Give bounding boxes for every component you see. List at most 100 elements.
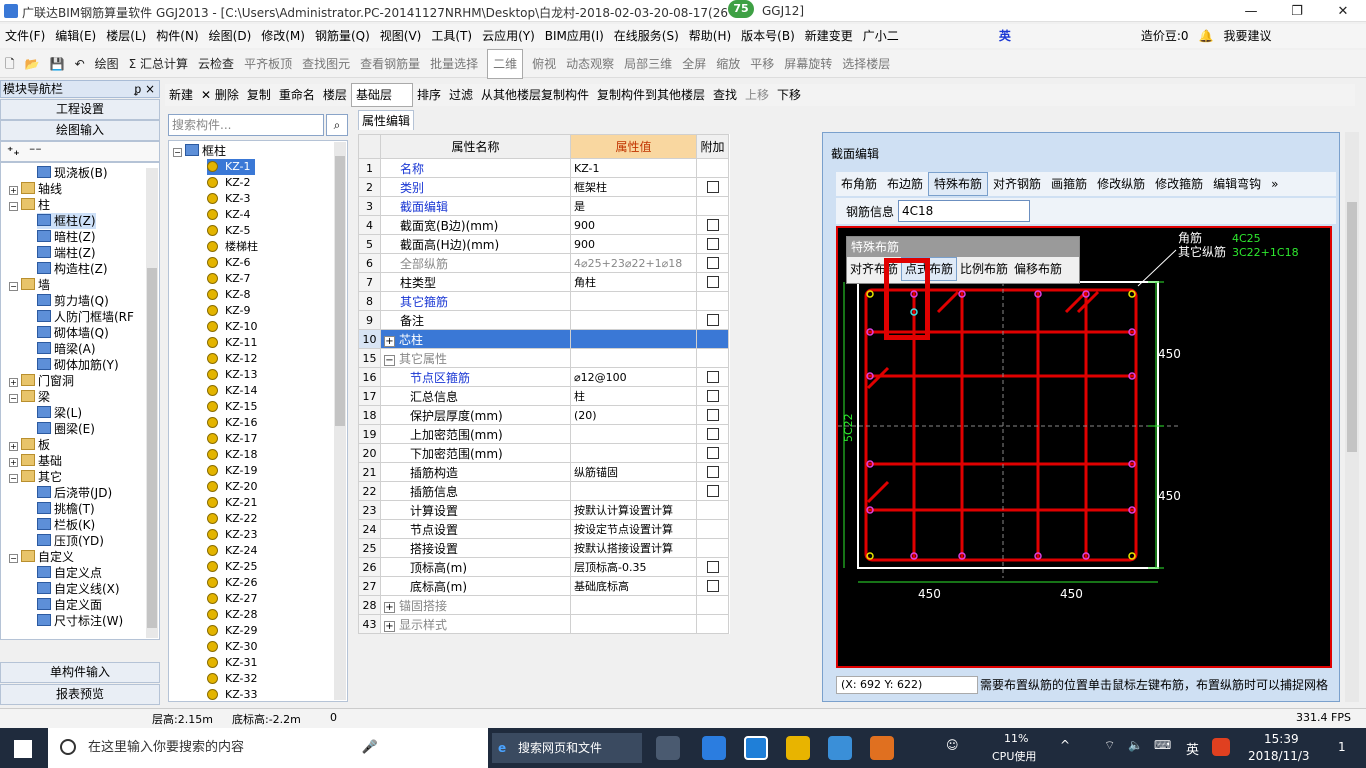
property-value[interactable]: (20) [570, 405, 697, 425]
copy-from-other-floor-button[interactable]: 从其他楼层复制构件 [477, 84, 593, 106]
property-value[interactable]: 基础底标高 [570, 576, 697, 596]
component-item[interactable]: KZ-8 [207, 287, 251, 303]
extra-checkbox[interactable] [706, 219, 719, 231]
minimize-button[interactable]: — [1228, 0, 1274, 22]
app-icon-2[interactable] [702, 736, 726, 760]
property-row[interactable]: 22 插筋信息 [358, 481, 729, 501]
module-tree-item[interactable]: 剪力墙(Q) [37, 293, 109, 309]
property-value[interactable]: 柱 [570, 386, 697, 406]
menu-item-assistant[interactable]: 广小二 [858, 24, 904, 48]
app-icon-4[interactable] [828, 736, 852, 760]
menu-item[interactable]: 楼层(L) [101, 24, 151, 48]
single-component-input-button[interactable]: 单构件输入 [0, 662, 160, 683]
property-value[interactable]: 框架柱 [570, 177, 697, 197]
property-value[interactable]: 是 [570, 196, 697, 216]
extra-checkbox[interactable] [706, 181, 719, 193]
component-item[interactable]: KZ-32 [207, 671, 258, 687]
property-row[interactable]: 7 柱类型 角柱 [358, 272, 729, 292]
property-row[interactable]: 4 截面宽(B边)(mm) 900 [358, 215, 729, 235]
score-badge[interactable]: 75 [728, 0, 754, 18]
component-item[interactable]: KZ-15 [207, 399, 258, 415]
expand-toggle-icon[interactable]: − [9, 474, 18, 483]
extra-checkbox[interactable] [706, 466, 719, 478]
windows-start-icon[interactable] [14, 740, 32, 758]
expand-toggle-icon[interactable]: + [9, 442, 18, 451]
menu-item[interactable]: 工具(T) [426, 24, 477, 48]
property-row[interactable]: 20 下加密范围(mm) [358, 443, 729, 463]
volume-icon[interactable]: 🔈 [1128, 738, 1143, 752]
menu-item[interactable]: 版本号(B) [736, 24, 800, 48]
property-row[interactable]: 21 插筋构造 纵筋锚固 [358, 462, 729, 482]
menu-item[interactable]: 帮助(H) [684, 24, 736, 48]
property-value[interactable]: 900 [570, 234, 697, 254]
component-item[interactable]: 楼梯柱 [207, 239, 258, 255]
move-up-button[interactable]: 上移 [741, 84, 773, 106]
extra-checkbox[interactable] [706, 390, 719, 402]
property-value[interactable] [570, 481, 697, 501]
new-component-button[interactable]: 新建 [165, 84, 197, 106]
task-view-icon[interactable]: ⧉ [408, 738, 419, 758]
component-item[interactable]: KZ-16 [207, 415, 258, 431]
extra-checkbox[interactable] [706, 580, 719, 592]
copy-to-other-floor-button[interactable]: 复制构件到其他楼层 [593, 84, 709, 106]
orbit-button[interactable]: 动态观察 [561, 50, 619, 78]
extra-checkbox[interactable] [706, 257, 719, 269]
expand-toggle-icon[interactable]: + [384, 620, 395, 632]
zoom-button[interactable]: 缩放 [711, 50, 745, 78]
top-view-button[interactable]: 俯视 [527, 50, 561, 78]
property-value[interactable] [570, 348, 697, 368]
component-item[interactable]: KZ-18 [207, 447, 258, 463]
module-tree-item[interactable]: 尺寸标注(W) [37, 613, 123, 629]
component-item[interactable]: KZ-25 [207, 559, 258, 575]
module-tree-item[interactable]: − 其它 [9, 469, 62, 485]
extra-checkbox[interactable] [706, 276, 719, 288]
extra-checkbox[interactable] [706, 371, 719, 383]
component-tree-scrollbar[interactable] [334, 142, 346, 700]
expand-toggle-icon[interactable]: − [9, 554, 18, 563]
property-row[interactable]: 2 类别 框架柱 [358, 177, 729, 197]
rebar-info-select[interactable]: 4C18 [898, 200, 1031, 222]
module-tree-item[interactable]: 圈梁(E) [37, 421, 95, 437]
menu-item[interactable]: 文件(F) [0, 24, 50, 48]
extra-checkbox[interactable] [706, 314, 719, 326]
property-row[interactable]: 26 顶标高(m) 层顶标高-0.35 [358, 557, 729, 577]
drawing-input-button[interactable]: 绘图输入 [0, 120, 160, 141]
module-tree-item[interactable]: 暗柱(Z) [37, 229, 96, 245]
keyboard-icon[interactable]: ⌨ [1154, 738, 1171, 752]
property-row[interactable]: 19 上加密范围(mm) [358, 424, 729, 444]
property-value[interactable] [570, 329, 697, 349]
flush-slab-button[interactable]: 平齐板顶 [239, 50, 297, 78]
property-row[interactable]: 1 名称 KZ-1 [358, 158, 729, 178]
select-floor-button[interactable]: 选择楼层 [837, 50, 895, 78]
modify-longitudinal-button[interactable]: 修改纵筋 [1092, 173, 1150, 195]
expand-toggle-icon[interactable]: + [9, 458, 18, 467]
notification-count[interactable]: 1 [1338, 740, 1346, 754]
property-value[interactable] [570, 424, 697, 444]
property-row[interactable]: 15− 其它属性 [358, 348, 729, 368]
module-tree-item[interactable]: 人防门框墙(RF [37, 309, 134, 325]
component-item[interactable]: KZ-2 [207, 175, 251, 191]
component-item[interactable]: KZ-31 [207, 655, 258, 671]
draw-button[interactable]: 绘图 [90, 50, 124, 78]
component-item[interactable]: KZ-6 [207, 255, 251, 271]
component-item[interactable]: KZ-17 [207, 431, 258, 447]
menu-item[interactable]: 云应用(Y) [477, 24, 540, 48]
offset-layout-button[interactable]: 偏移布筋 [1011, 258, 1065, 280]
module-tree-item[interactable]: 现浇板(B) [37, 165, 108, 181]
property-value[interactable] [570, 291, 697, 311]
collapse-all-icon[interactable]: ⁻⁻ [29, 144, 42, 158]
component-item[interactable]: KZ-22 [207, 511, 258, 527]
module-tree-item[interactable]: 自定义点 [37, 565, 102, 581]
property-row[interactable]: 24 节点设置 按设定节点设置计算 [358, 519, 729, 539]
local-3d-button[interactable]: 局部三维 [619, 50, 677, 78]
component-item[interactable]: KZ-23 [207, 527, 258, 543]
module-tree-item[interactable]: 砌体墙(Q) [37, 325, 109, 341]
property-value[interactable]: ⌀12@100 [570, 367, 697, 387]
view-2d-select[interactable]: 二维 [487, 48, 524, 79]
floor-select[interactable]: 基础层 [350, 83, 413, 107]
taskbar-search-box[interactable]: 在这里输入你要搜索的内容 🎤 [48, 728, 488, 768]
component-item[interactable]: KZ-12 [207, 351, 258, 367]
component-item[interactable]: KZ-13 [207, 367, 258, 383]
edit-hook-button[interactable]: 编辑弯钩 [1208, 173, 1266, 195]
find-element-button[interactable]: 查找图元 [297, 50, 355, 78]
